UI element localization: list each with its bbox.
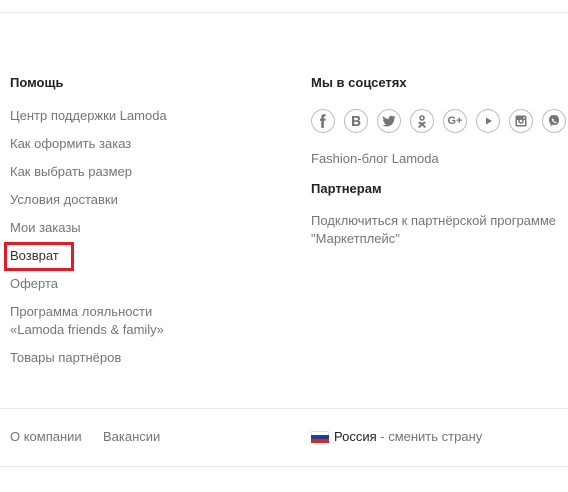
facebook-icon[interactable] [311,109,335,133]
link-marketplace-program[interactable]: Подключиться к партнёрской программе [311,212,556,230]
country-name: Россия [334,429,377,444]
twitter-icon[interactable] [377,109,401,133]
footer-divider [0,408,568,409]
link-offer[interactable]: Оферта [10,275,58,293]
social-heading: Мы в соцсетях [311,75,407,90]
instagram-icon[interactable] [509,109,533,133]
change-country-link[interactable]: сменить страну [388,429,482,444]
odnoklassniki-icon[interactable] [410,109,434,133]
help-heading: Помощь [10,75,64,90]
country-selector: Россия - сменить страну [334,428,482,446]
link-partner-goods[interactable]: Товары партнёров [10,349,121,367]
vk-icon[interactable] [344,109,368,133]
link-fashion-blog[interactable]: Fashion-блог Lamoda [311,150,439,168]
link-support-center[interactable]: Центр поддержки Lamoda [10,107,167,125]
footer-page: Помощь Центр поддержки Lamoda Как оформи… [0,0,568,492]
google-plus-icon[interactable]: G+ [443,109,467,133]
returns-highlight-box [4,242,74,271]
link-how-to-order[interactable]: Как оформить заказ [10,135,131,153]
bottom-divider [0,466,568,467]
top-divider [0,12,568,13]
link-loyalty-program[interactable]: Программа лояльности [10,303,152,321]
russia-flag-icon [311,431,329,443]
country-separator: - [376,429,389,444]
link-size-guide[interactable]: Как выбрать размер [10,163,132,181]
link-loyalty-program-line2[interactable]: «Lamoda friends & family» [10,321,164,339]
link-vacancies[interactable]: Вакансии [103,428,160,446]
link-delivery-terms[interactable]: Условия доставки [10,191,118,209]
link-marketplace-program-line2[interactable]: "Маркетплейс" [311,230,400,248]
viber-icon[interactable] [542,109,566,133]
link-about-company[interactable]: О компании [10,428,82,446]
partners-heading: Партнерам [311,181,382,196]
youtube-icon[interactable] [476,109,500,133]
link-my-orders[interactable]: Мои заказы [10,219,81,237]
